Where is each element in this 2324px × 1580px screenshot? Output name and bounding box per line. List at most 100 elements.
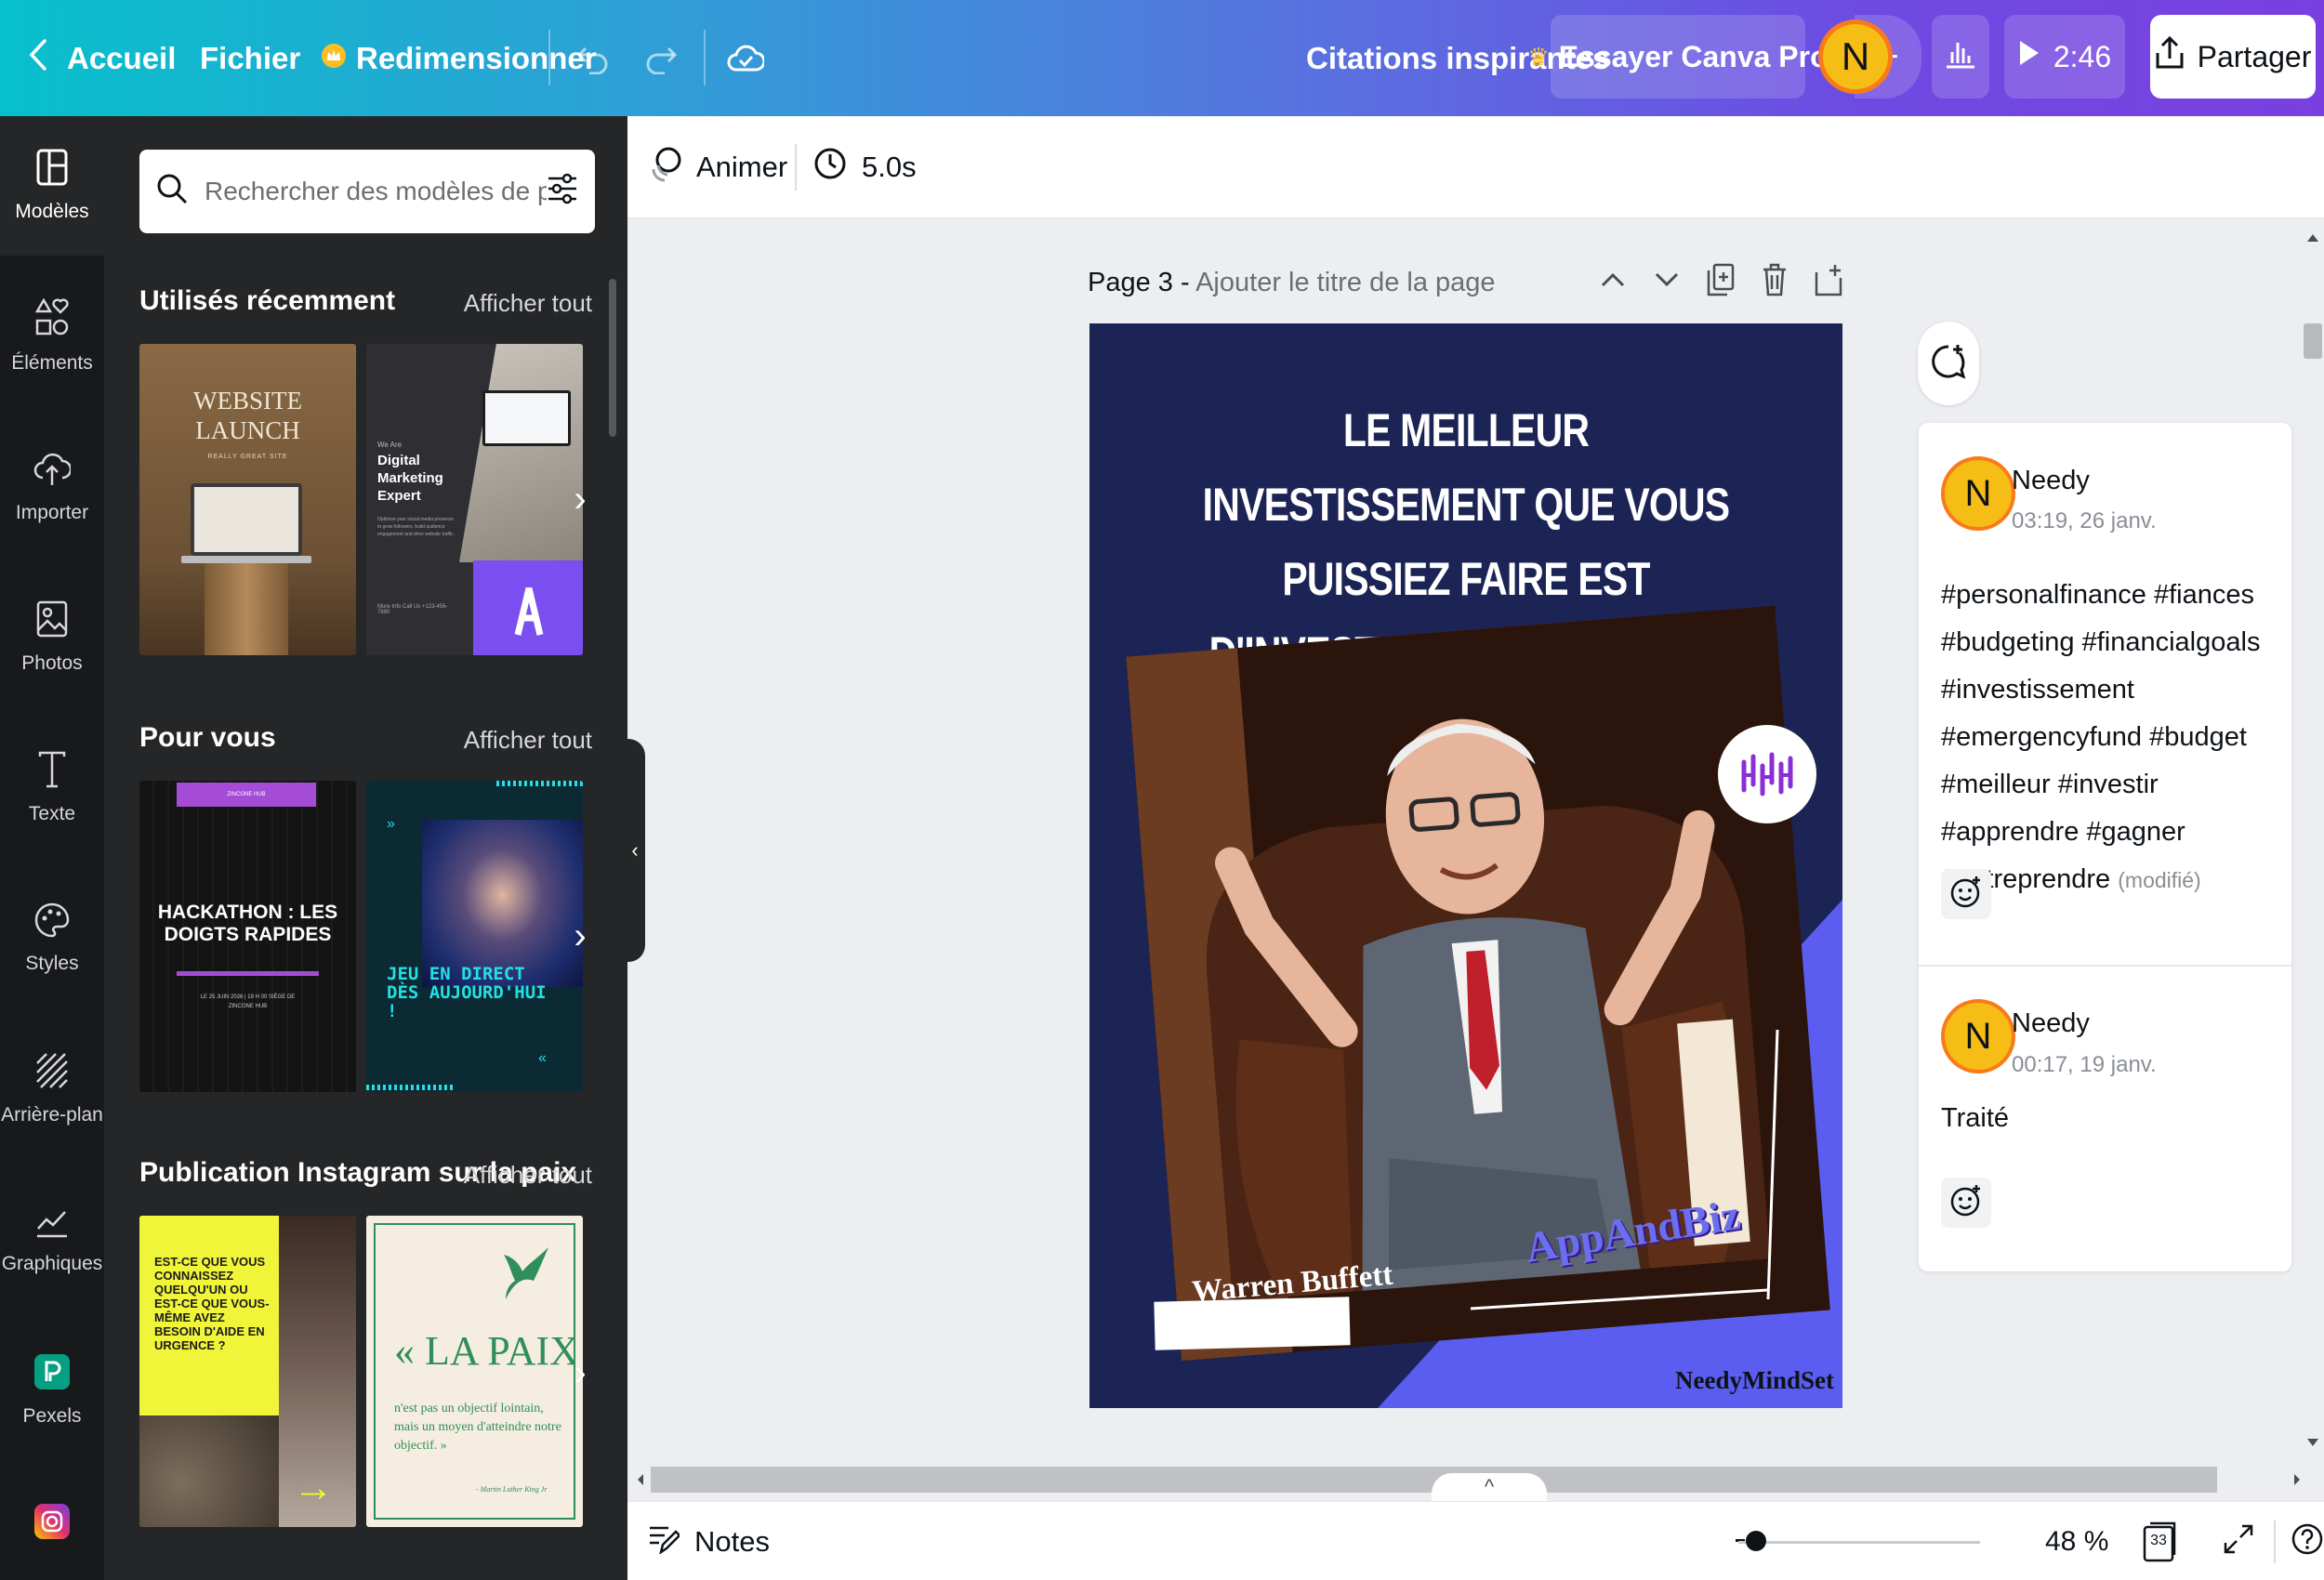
- thumb-chevrons: «: [538, 1050, 547, 1066]
- pages-icon: 33: [2143, 1521, 2176, 1562]
- comment-body: Traité: [1941, 1103, 2010, 1133]
- undo-icon: [576, 43, 610, 74]
- duplicate-page-button[interactable]: [1707, 263, 1735, 300]
- resize-label: Redimensionner: [356, 40, 597, 75]
- animate-button[interactable]: Animer: [648, 116, 787, 218]
- chart-icon: [35, 1205, 69, 1244]
- page-title-input[interactable]: Ajouter le titre de la page: [1195, 268, 1495, 297]
- thumb-contact: More Info Call Us +123-456-7890: [377, 604, 448, 615]
- template-thumb-digital-marketing[interactable]: We Are Digital Marketing Expert Optimize…: [366, 344, 583, 655]
- add-page-icon: [1815, 263, 1842, 301]
- undo-button[interactable]: [576, 0, 610, 116]
- rail-item-elements[interactable]: Éléments: [0, 267, 104, 406]
- carousel-next-recent[interactable]: ›: [566, 476, 594, 522]
- notes-button[interactable]: Notes: [648, 1502, 770, 1580]
- help-button[interactable]: [2289, 1502, 2324, 1580]
- present-button[interactable]: 2:46: [2004, 15, 2125, 99]
- search-input[interactable]: Rechercher des modèles de publi: [205, 177, 547, 206]
- chevron-left-icon: [28, 38, 48, 79]
- rail-label: Modèles: [15, 201, 89, 222]
- see-all-peace-link[interactable]: Afficher tout: [464, 1161, 592, 1190]
- arrow-right-icon: →: [293, 1465, 334, 1510]
- add-reaction-button[interactable]: [1941, 1178, 1991, 1228]
- editor-toolbar: Animer 5.0s: [627, 116, 2324, 218]
- rail-item-instagram[interactable]: [0, 1455, 104, 1580]
- see-all-recent-link[interactable]: Afficher tout: [464, 289, 592, 318]
- thumb-title: Digital Marketing Expert: [377, 453, 443, 504]
- laptop-base: [181, 556, 311, 563]
- dove-icon: [496, 1244, 552, 1310]
- save-status-button[interactable]: [727, 0, 764, 116]
- chevron-up-icon: ^: [1484, 1475, 1495, 1498]
- comment-author: Needy: [2012, 466, 2090, 495]
- add-reaction-button[interactable]: [1941, 869, 1991, 919]
- comment-avatar[interactable]: N: [1941, 999, 2015, 1073]
- top-bar: Accueil Fichier Redimensionner Citations…: [0, 0, 2324, 116]
- carousel-next-peace[interactable]: ›: [566, 1350, 594, 1396]
- share-button[interactable]: Partager: [2150, 15, 2316, 99]
- duplicate-icon: [1707, 263, 1735, 301]
- zoom-slider-handle[interactable]: [1746, 1531, 1766, 1551]
- laptop-image: [191, 483, 302, 556]
- show-pages-toggle[interactable]: ^: [1432, 1473, 1547, 1501]
- carousel-next-for-you[interactable]: ›: [566, 913, 594, 959]
- rail-item-background[interactable]: Arrière-plan: [0, 1020, 104, 1159]
- help-icon: [2291, 1522, 2324, 1560]
- left-rail: Modèles Éléments Importer Photos Texte S…: [0, 116, 104, 1580]
- user-avatar[interactable]: N: [1818, 20, 1893, 94]
- collapse-panel-button[interactable]: ‹: [625, 739, 645, 962]
- thumb-title: JEU EN DIRECT DÈS AUJOURD'HUI !: [387, 964, 547, 1021]
- comment-avatar[interactable]: N: [1941, 456, 2015, 531]
- see-all-for-you-link[interactable]: Afficher tout: [464, 726, 592, 755]
- rail-item-upload[interactable]: Importer: [0, 417, 104, 557]
- signature-text[interactable]: NeedyMindSet: [1675, 1366, 1834, 1395]
- zoom-level-label[interactable]: 48 %: [2045, 1502, 2108, 1580]
- notes-icon: [648, 1522, 681, 1561]
- insights-button[interactable]: [1932, 15, 1989, 99]
- rail-item-templates[interactable]: Modèles: [0, 116, 104, 256]
- add-comment-button[interactable]: [1918, 322, 1979, 405]
- rail-item-pexels[interactable]: Pexels: [0, 1321, 104, 1460]
- rail-item-styles[interactable]: Styles: [0, 869, 104, 1008]
- template-thumb-hackathon[interactable]: ZINCONE HUB HACKATHON : LES DOIGTS RAPID…: [139, 781, 356, 1092]
- page-up-button[interactable]: [1599, 263, 1627, 300]
- rail-item-charts[interactable]: Graphiques: [0, 1170, 104, 1310]
- try-canva-pro-button[interactable]: ♛ Essayer Canva Pro: [1527, 15, 1829, 99]
- file-menu-button[interactable]: Fichier: [200, 0, 300, 116]
- template-thumb-la-paix[interactable]: « LA PAIX n'est pas un objectif lointain…: [366, 1216, 583, 1527]
- canvas-vertical-scrollbar[interactable]: [2302, 219, 2324, 1461]
- chevron-down-icon: [1655, 272, 1679, 292]
- filter-icon[interactable]: [547, 172, 578, 212]
- template-thumb-website-launch[interactable]: WEBSITE LAUNCH REALLY GREAT SITE: [139, 344, 356, 655]
- add-page-button[interactable]: [1815, 263, 1842, 300]
- panel-scrollbar[interactable]: [609, 279, 616, 437]
- upload-icon: [33, 450, 73, 493]
- page-down-button[interactable]: [1653, 263, 1681, 300]
- rail-item-text[interactable]: Texte: [0, 718, 104, 858]
- page-header[interactable]: Page 3 - Ajouter le titre de la page: [1088, 268, 1496, 298]
- vertical-scroll-thumb[interactable]: [2304, 323, 2322, 359]
- rail-item-photos[interactable]: Photos: [0, 568, 104, 707]
- page-count: 33: [2150, 1532, 2167, 1548]
- page-grid-button[interactable]: 33: [2141, 1502, 2178, 1580]
- redo-button[interactable]: [644, 0, 678, 116]
- photos-icon: [36, 600, 68, 643]
- duration-button[interactable]: 5.0s: [813, 116, 917, 218]
- fullscreen-button[interactable]: [2220, 1502, 2257, 1580]
- trash-icon: [1762, 263, 1788, 301]
- rail-label: Styles: [25, 953, 79, 974]
- comment-modified-tag: (modifié): [2118, 868, 2201, 892]
- zoom-slider[interactable]: [1738, 1541, 1980, 1544]
- template-thumb-help-urgent[interactable]: EST-CE QUE VOUS CONNAISSEZ QUELQU'UN OU …: [139, 1216, 356, 1527]
- design-page[interactable]: LE MEILLEUR INVESTISSEMENT QUE VOUS PUIS…: [1089, 323, 1842, 1408]
- rail-label: Importer: [15, 502, 89, 523]
- thumb-body: Optimize your social media presence to g…: [377, 517, 456, 537]
- animate-label: Animer: [696, 151, 788, 183]
- template-search[interactable]: Rechercher des modèles de publi: [139, 150, 595, 233]
- thumb-gamer-photo: [422, 820, 583, 987]
- comment-text: #personalfinance #fiances #budgeting #fi…: [1941, 580, 2261, 894]
- template-thumb-live-gaming[interactable]: » JEU EN DIRECT DÈS AUJOURD'HUI ! «: [366, 781, 583, 1092]
- resize-button[interactable]: Redimensionner: [321, 0, 597, 116]
- back-home-button[interactable]: Accueil: [28, 0, 176, 116]
- delete-page-button[interactable]: [1761, 263, 1789, 300]
